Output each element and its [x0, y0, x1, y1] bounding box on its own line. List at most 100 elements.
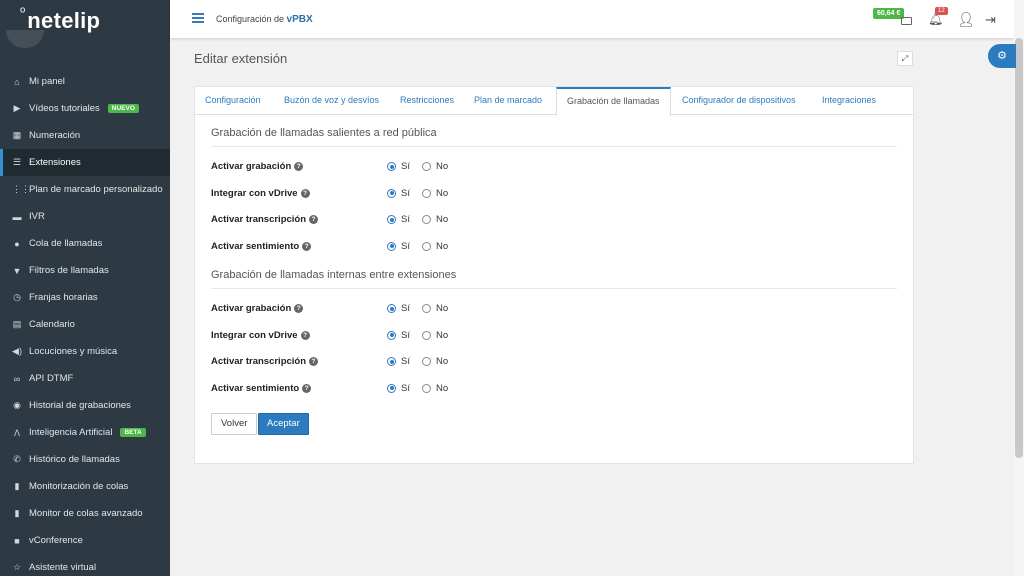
radio-yes[interactable] [387, 241, 396, 251]
help-icon[interactable]: ? [294, 304, 304, 313]
sidebar-item[interactable]: ● Cola de llamadas [0, 230, 170, 257]
sidebar-item[interactable]: ▬ IVR [0, 203, 170, 230]
radio-no-label[interactable]: No [436, 356, 448, 367]
radio-no-label[interactable]: No [436, 303, 448, 314]
sidebar-item[interactable]: Λ Inteligencia Artificial BETA [0, 419, 170, 446]
setting-label-text: Activar sentimiento [211, 382, 300, 394]
sidebar-item[interactable]: ☆ Asistente virtual [0, 554, 170, 576]
sidebar-item[interactable]: ■ vConference [0, 527, 170, 554]
setting-label-text: Activar grabación [211, 161, 292, 172]
user-icon: ● [14, 238, 20, 249]
calendar-icon: ▤ [12, 319, 22, 329]
radio-no[interactable] [421, 241, 431, 251]
radio-yes[interactable] [387, 162, 396, 171]
radio-group: Sí No [387, 241, 448, 252]
help-icon[interactable]: ? [309, 357, 319, 367]
sidebar-item[interactable]: ☰ Extensiones [0, 149, 170, 176]
notification-count-badge: 12 [935, 7, 948, 15]
radio-group: Sí No [387, 330, 448, 341]
sidebar-item[interactable]: ✆ Histórico de llamadas [0, 446, 170, 473]
tab[interactable]: Integraciones [812, 87, 886, 115]
radio-yes[interactable] [387, 330, 396, 340]
radio-no[interactable] [421, 215, 431, 225]
scrollbar-thumb[interactable] [1015, 38, 1023, 458]
logout-icon[interactable]: ⇥ [985, 12, 996, 28]
accept-button[interactable]: Aceptar [258, 413, 309, 435]
tab[interactable]: Plan de marcado [464, 87, 552, 115]
sidebar-item[interactable]: ⌂ Mi panel [0, 68, 170, 95]
radio-no-label[interactable]: No [436, 330, 448, 341]
sidebar-item[interactable]: ⋮⋮ Plan de marcado personalizado [0, 176, 170, 203]
sidebar-item-label: Vídeos tutoriales [29, 103, 100, 114]
sidebar-item[interactable]: ▮ Monitor de colas avanzado [0, 500, 170, 527]
sidebar-item-label: Cola de llamadas [29, 238, 103, 249]
sidebar-item[interactable]: ∞ API DTMF [0, 365, 170, 392]
filter-icon: ▼ [12, 265, 22, 276]
radio-yes[interactable] [387, 383, 396, 393]
user-icon[interactable]: 👤︎ [957, 11, 975, 28]
radio-yes-label[interactable]: Sí [401, 161, 410, 172]
tab[interactable]: Configurador de dispositivos [672, 87, 806, 115]
settings-float-button[interactable]: ⚙ [988, 44, 1016, 68]
help-icon[interactable]: ? [309, 215, 319, 225]
tab[interactable]: Grabación de llamadas [556, 87, 671, 116]
setting-label: Activar grabación? [211, 303, 304, 314]
help-icon[interactable]: ? [302, 241, 312, 251]
tab[interactable]: Buzón de voz y desvíos [274, 87, 389, 115]
radio-no-label[interactable]: No [436, 161, 448, 172]
radio-no-label[interactable]: No [436, 188, 448, 199]
radio-no-label[interactable]: No [436, 383, 448, 394]
help-icon[interactable]: ? [300, 330, 310, 340]
sidebar-item-label: vConference [29, 535, 83, 546]
radio-yes-label[interactable]: Sí [401, 303, 410, 314]
clock-icon: ◷ [13, 292, 21, 302]
sidebar-item[interactable]: ▮ Monitorización de colas [0, 473, 170, 500]
radio-yes-label[interactable]: Sí [401, 241, 410, 252]
radio-no-label[interactable]: No [436, 241, 448, 252]
help-icon[interactable]: ? [302, 383, 312, 393]
radio-no[interactable] [421, 304, 431, 313]
sidebar-item[interactable]: ▶ Vídeos tutoriales NUEVO [0, 95, 170, 122]
radio-no[interactable] [421, 383, 431, 393]
sidebar-item-label: Monitor de colas avanzado [29, 508, 143, 519]
avatar[interactable] [6, 30, 44, 48]
sidebar-item-label: Calendario [29, 319, 75, 330]
radio-yes[interactable] [387, 357, 396, 367]
radio-yes-label[interactable]: Sí [401, 188, 410, 199]
radio-yes[interactable] [387, 215, 396, 225]
radio-yes-label[interactable]: Sí [401, 214, 410, 225]
top-title-prefix: Configuración de [216, 14, 287, 24]
sidebar-item-badge: BETA [120, 428, 146, 437]
sidebar-item[interactable]: ◉ Historial de grabaciones [0, 392, 170, 419]
sidebar-item[interactable]: ◷ Franjas horarias [0, 284, 170, 311]
wallet-icon[interactable] [901, 17, 912, 25]
help-icon[interactable]: ? [300, 188, 310, 198]
setting-label-text: Integrar con vDrive [211, 187, 298, 199]
tab[interactable]: Configuración [195, 87, 271, 115]
radio-yes[interactable] [387, 304, 396, 313]
sidebar-item-label: Plan de marcado personalizado [29, 184, 163, 195]
radio-yes-label[interactable]: Sí [401, 383, 410, 394]
sidebar-item[interactable]: ▦ Numeración [0, 122, 170, 149]
tab[interactable]: Restricciones [390, 87, 464, 115]
sidebar-item[interactable]: ◀) Locuciones y música [0, 338, 170, 365]
setting-label-text: Activar grabación [211, 303, 292, 314]
sidebar-item[interactable]: ▤ Calendario [0, 311, 170, 338]
radio-no[interactable] [421, 357, 431, 367]
menu-toggle-icon[interactable] [192, 13, 204, 23]
radio-yes-label[interactable]: Sí [401, 356, 410, 367]
expand-button[interactable]: ⤢ [897, 51, 913, 66]
radio-yes-label[interactable]: Sí [401, 330, 410, 341]
radio-no-label[interactable]: No [436, 214, 448, 225]
radio-no[interactable] [421, 330, 431, 340]
setting-label-text: Activar transcripción [211, 356, 307, 368]
balance-badge[interactable]: 60,64 € [873, 8, 905, 19]
scrollbar[interactable] [1014, 0, 1024, 576]
back-button[interactable]: Volver [211, 413, 258, 435]
radio-no[interactable] [421, 162, 431, 171]
radio-no[interactable] [421, 188, 431, 198]
help-icon[interactable]: ? [294, 162, 304, 171]
sidebar-item[interactable]: ▼ Filtros de llamadas [0, 257, 170, 284]
radio-yes[interactable] [387, 188, 396, 198]
sidebar: ᵒ netelip ⌂ Mi panel ▶ Vídeos tutoriales NUE… [0, 0, 170, 576]
